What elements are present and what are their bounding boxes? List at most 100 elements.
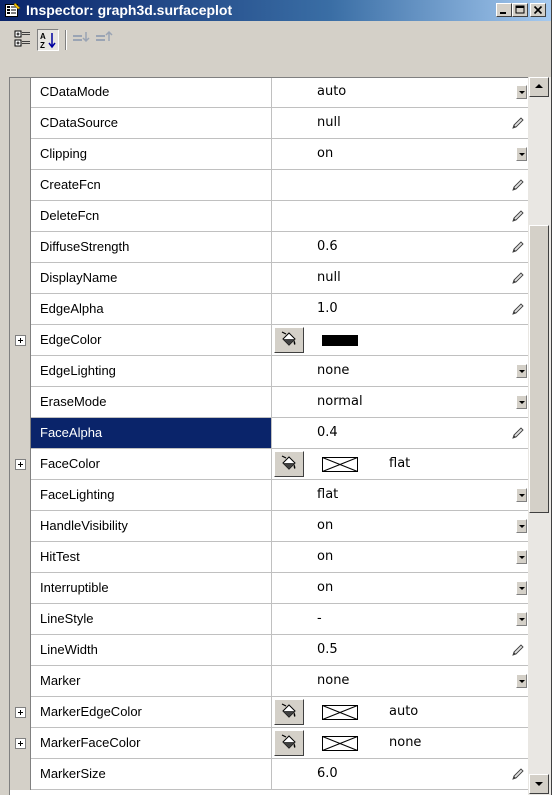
categorized-view-button[interactable] bbox=[13, 29, 35, 51]
property-row[interactable]: LineStyle - bbox=[10, 604, 528, 635]
property-value[interactable]: none bbox=[272, 666, 528, 697]
property-name[interactable]: Clipping bbox=[31, 139, 272, 170]
minimize-button[interactable] bbox=[496, 3, 512, 17]
property-value[interactable]: 0.4 bbox=[272, 418, 528, 449]
expand-icon[interactable] bbox=[15, 707, 26, 718]
expand-all-button[interactable] bbox=[71, 29, 93, 51]
property-value[interactable]: 6.0 bbox=[272, 759, 528, 790]
edit-pencil-icon[interactable] bbox=[510, 240, 525, 255]
expand-icon[interactable] bbox=[15, 335, 26, 346]
property-name[interactable]: DiffuseStrength bbox=[31, 232, 272, 263]
property-name[interactable]: CDataSource bbox=[31, 108, 272, 139]
property-name[interactable]: FaceColor bbox=[31, 449, 272, 480]
edit-pencil-icon[interactable] bbox=[510, 271, 525, 286]
expand-icon[interactable] bbox=[15, 459, 26, 470]
property-row[interactable]: FaceLighting flat bbox=[10, 480, 528, 511]
edit-pencil-icon[interactable] bbox=[510, 116, 525, 131]
property-row[interactable]: MarkerSize 6.0 bbox=[10, 759, 528, 790]
property-value[interactable] bbox=[272, 201, 528, 232]
property-name[interactable]: MarkerSize bbox=[31, 759, 272, 790]
property-row[interactable]: CreateFcn bbox=[10, 170, 528, 201]
scroll-up-button[interactable] bbox=[529, 77, 549, 97]
property-name[interactable]: EdgeColor bbox=[31, 325, 272, 356]
property-name[interactable]: EraseMode bbox=[31, 387, 272, 418]
collapse-all-button[interactable] bbox=[94, 29, 116, 51]
edit-pencil-icon[interactable] bbox=[510, 426, 525, 441]
property-row[interactable]: CDataSource null bbox=[10, 108, 528, 139]
dropdown-arrow-icon[interactable] bbox=[516, 581, 527, 595]
property-name[interactable]: CreateFcn bbox=[31, 170, 272, 201]
property-name[interactable]: HandleVisibility bbox=[31, 511, 272, 542]
color-picker-button[interactable] bbox=[274, 699, 304, 725]
dropdown-arrow-icon[interactable] bbox=[516, 612, 527, 626]
property-name[interactable]: DisplayName bbox=[31, 263, 272, 294]
property-value[interactable]: auto bbox=[272, 697, 528, 728]
property-value[interactable]: normal bbox=[272, 387, 528, 418]
expand-icon[interactable] bbox=[15, 738, 26, 749]
dropdown-arrow-icon[interactable] bbox=[516, 364, 527, 378]
scroll-thumb[interactable] bbox=[529, 225, 549, 513]
property-value[interactable]: none bbox=[272, 356, 528, 387]
property-name[interactable]: FaceLighting bbox=[31, 480, 272, 511]
edit-pencil-icon[interactable] bbox=[510, 767, 525, 782]
close-button[interactable] bbox=[530, 3, 546, 17]
property-row[interactable]: Marker none bbox=[10, 666, 528, 697]
property-row[interactable]: EraseMode normal bbox=[10, 387, 528, 418]
property-row[interactable]: DisplayName null bbox=[10, 263, 528, 294]
property-value[interactable]: on bbox=[272, 542, 528, 573]
property-row[interactable]: Clipping on bbox=[10, 139, 528, 170]
property-row[interactable]: EdgeLighting none bbox=[10, 356, 528, 387]
property-value[interactable]: flat bbox=[272, 449, 528, 480]
dropdown-arrow-icon[interactable] bbox=[516, 395, 527, 409]
property-value[interactable]: flat bbox=[272, 480, 528, 511]
property-value[interactable]: on bbox=[272, 573, 528, 604]
property-name[interactable]: EdgeAlpha bbox=[31, 294, 272, 325]
edit-pencil-icon[interactable] bbox=[510, 302, 525, 317]
property-name[interactable]: FaceAlpha bbox=[31, 418, 272, 449]
title-bar[interactable]: Inspector: graph3d.surfaceplot bbox=[0, 0, 551, 21]
property-row[interactable]: LineWidth 0.5 bbox=[10, 635, 528, 666]
property-name[interactable]: CDataMode bbox=[31, 78, 272, 108]
dropdown-arrow-icon[interactable] bbox=[516, 85, 527, 99]
property-value[interactable]: on bbox=[272, 139, 528, 170]
property-row[interactable]: FaceColor flat bbox=[10, 449, 528, 480]
property-value[interactable]: null bbox=[272, 108, 528, 139]
color-picker-button[interactable] bbox=[274, 327, 304, 353]
sort-alphabetical-button[interactable]: A Z bbox=[37, 29, 59, 51]
property-name[interactable]: LineWidth bbox=[31, 635, 272, 666]
property-row[interactable]: EdgeColor bbox=[10, 325, 528, 356]
property-name[interactable]: MarkerEdgeColor bbox=[31, 697, 272, 728]
property-name[interactable]: LineStyle bbox=[31, 604, 272, 635]
property-value[interactable] bbox=[272, 325, 528, 356]
property-row[interactable]: MarkerEdgeColor auto bbox=[10, 697, 528, 728]
property-name[interactable]: Interruptible bbox=[31, 573, 272, 604]
property-value[interactable]: on bbox=[272, 511, 528, 542]
property-name[interactable]: MarkerFaceColor bbox=[31, 728, 272, 759]
edit-pencil-icon[interactable] bbox=[510, 209, 525, 224]
property-value[interactable]: - bbox=[272, 604, 528, 635]
property-row[interactable]: CDataMode auto bbox=[10, 78, 528, 108]
property-value[interactable]: 0.6 bbox=[272, 232, 528, 263]
scroll-down-button[interactable] bbox=[529, 774, 549, 794]
property-name[interactable]: EdgeLighting bbox=[31, 356, 272, 387]
property-row[interactable]: Interruptible on bbox=[10, 573, 528, 604]
property-value[interactable]: none bbox=[272, 728, 528, 759]
dropdown-arrow-icon[interactable] bbox=[516, 519, 527, 533]
property-value[interactable]: auto bbox=[272, 78, 528, 108]
property-name[interactable]: HitTest bbox=[31, 542, 272, 573]
property-value[interactable] bbox=[272, 170, 528, 201]
property-row[interactable]: FaceAlpha 0.4 bbox=[10, 418, 528, 449]
maximize-button[interactable] bbox=[512, 3, 528, 17]
property-name[interactable]: DeleteFcn bbox=[31, 201, 272, 232]
property-row[interactable]: DeleteFcn bbox=[10, 201, 528, 232]
property-value[interactable]: 0.5 bbox=[272, 635, 528, 666]
color-picker-button[interactable] bbox=[274, 730, 304, 756]
dropdown-arrow-icon[interactable] bbox=[516, 147, 527, 161]
property-row[interactable]: MarkerFaceColor none bbox=[10, 728, 528, 759]
property-name[interactable]: Marker bbox=[31, 666, 272, 697]
edit-pencil-icon[interactable] bbox=[510, 643, 525, 658]
property-row[interactable]: HandleVisibility on bbox=[10, 511, 528, 542]
dropdown-arrow-icon[interactable] bbox=[516, 488, 527, 502]
edit-pencil-icon[interactable] bbox=[510, 178, 525, 193]
property-value[interactable]: 1.0 bbox=[272, 294, 528, 325]
